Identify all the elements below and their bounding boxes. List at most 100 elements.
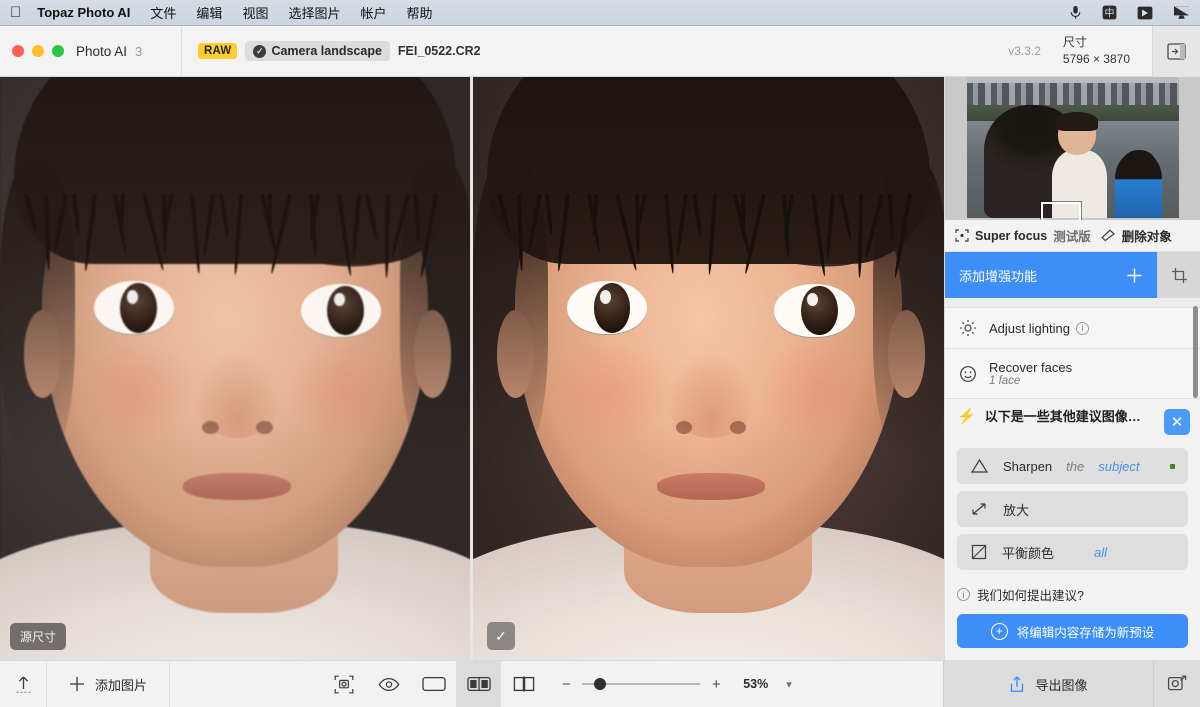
eye-preview-icon[interactable] bbox=[366, 661, 411, 707]
hair-strand bbox=[864, 193, 884, 259]
tool-super-focus-label: Super focus bbox=[975, 228, 1048, 243]
save-as-preset-button[interactable]: + 将编辑内容存储为新预设 bbox=[957, 614, 1188, 648]
menu-item-edit[interactable]: 编辑 bbox=[196, 3, 222, 22]
recover-faces-label: Recover faces bbox=[989, 360, 1073, 375]
hair-strand bbox=[741, 193, 746, 239]
screen-share-icon[interactable] bbox=[1137, 6, 1153, 20]
minimize-window-button[interactable] bbox=[32, 45, 44, 57]
tool-remove-object-label: 删除对象 bbox=[1121, 230, 1172, 244]
plus-icon bbox=[1126, 267, 1143, 284]
add-images-label: 添加图片 bbox=[95, 677, 148, 693]
menu-item-view[interactable]: 视图 bbox=[242, 3, 268, 22]
zoom-out-button[interactable]: − bbox=[560, 676, 572, 693]
hair-strand bbox=[384, 193, 390, 278]
before-portrait-image bbox=[0, 77, 470, 660]
suggestion-balance-color-target[interactable]: all bbox=[1094, 545, 1107, 560]
suggestion-sharpen[interactable]: Sharpen the subject bbox=[957, 448, 1188, 484]
menu-item-help[interactable]: 帮助 bbox=[406, 3, 432, 22]
suggestion-balance-color[interactable]: 平衡颜色 all bbox=[957, 534, 1188, 570]
app-version-label: v3.3.2 bbox=[1008, 44, 1041, 58]
after-image-pane[interactable]: ✓ bbox=[473, 77, 944, 660]
hair-strand bbox=[556, 193, 570, 272]
add-images-button[interactable]: 添加图片 bbox=[47, 661, 171, 707]
suggestion-sharpen-target[interactable]: subject bbox=[1098, 459, 1139, 474]
zoom-in-button[interactable]: + bbox=[710, 676, 722, 693]
sidebar-scrollbar[interactable] bbox=[1193, 306, 1198, 398]
app-title: Photo AI bbox=[76, 43, 128, 59]
hair-strand bbox=[419, 193, 439, 278]
tool-super-focus[interactable]: Super focus 测试版 bbox=[955, 226, 1091, 245]
microphone-icon[interactable] bbox=[1069, 5, 1082, 20]
bottom-toolbar: 添加图片 − + 53% ▾ 导出图像 bbox=[0, 660, 1200, 707]
window-controls bbox=[0, 45, 76, 57]
info-icon: i bbox=[957, 588, 970, 601]
titlebar-app-label: Photo AI 3 bbox=[76, 44, 181, 59]
apple-icon[interactable]:  bbox=[10, 5, 21, 20]
hair-strand bbox=[336, 193, 353, 277]
chevron-down-icon[interactable]: ▾ bbox=[786, 678, 792, 691]
info-icon[interactable]: i bbox=[1075, 321, 1089, 335]
image-compare-canvas[interactable]: 源尺寸 ✓ bbox=[0, 77, 944, 660]
close-icon[interactable]: ✕ bbox=[1164, 409, 1190, 435]
tool-remove-object[interactable]: 删除对象 bbox=[1101, 226, 1172, 245]
hair-strand bbox=[365, 193, 379, 240]
hair-strand bbox=[893, 193, 913, 278]
menu-item-file[interactable]: 文件 bbox=[150, 3, 176, 22]
hair-strand bbox=[413, 193, 421, 242]
hair-strand bbox=[267, 193, 272, 239]
tool-super-focus-sub: 测试版 bbox=[1053, 230, 1091, 244]
single-view-icon[interactable] bbox=[411, 661, 456, 707]
adjust-lighting-label: Adjust lighting bbox=[989, 320, 1070, 336]
suggestion-sharpen-mid: the bbox=[1066, 458, 1085, 474]
menubar-app-name[interactable]: Topaz Photo AI bbox=[37, 5, 130, 20]
right-sidebar: Super focus 测试版 删除对象 添加增强功能 Adjust light… bbox=[944, 77, 1200, 660]
zoom-slider[interactable] bbox=[582, 678, 701, 690]
maximize-window-button[interactable] bbox=[52, 45, 64, 57]
preset-chip[interactable]: ✓ Camera landscape bbox=[245, 41, 390, 61]
hair-strand bbox=[838, 193, 853, 240]
app-major-version: 3 bbox=[135, 43, 143, 59]
hair-strand bbox=[707, 193, 717, 275]
hair-strands bbox=[496, 193, 921, 299]
display-icon[interactable] bbox=[1173, 5, 1190, 20]
close-window-button[interactable] bbox=[12, 45, 24, 57]
before-image-pane[interactable]: 源尺寸 bbox=[0, 77, 470, 660]
panel-toggle-icon[interactable] bbox=[1152, 25, 1200, 77]
hair-strands bbox=[23, 193, 447, 299]
split-view-icon[interactable] bbox=[456, 660, 502, 707]
menu-item-account[interactable]: 帐户 bbox=[360, 3, 386, 22]
input-method-chinese-icon[interactable]: 中 bbox=[1102, 5, 1117, 20]
check-icon: ✓ bbox=[253, 44, 267, 58]
crop-tool-button[interactable] bbox=[1157, 252, 1200, 298]
hair-strand bbox=[218, 193, 230, 238]
preset-chip-label: Camera landscape bbox=[271, 44, 382, 58]
upload-icon[interactable] bbox=[0, 661, 47, 707]
add-enhancement-button[interactable]: 添加增强功能 bbox=[945, 252, 1157, 298]
how-suggestions-row[interactable]: i 我们如何提出建议? bbox=[945, 577, 1200, 608]
enhancement-recover-faces[interactable]: Recover faces 1 face bbox=[945, 349, 1200, 399]
scrolled-row-peek bbox=[945, 298, 1200, 308]
suggestion-upscale[interactable]: 放大 bbox=[957, 491, 1188, 527]
hair-strand bbox=[517, 193, 524, 271]
export-image-button[interactable]: 导出图像 bbox=[943, 661, 1153, 707]
enhancement-adjust-lighting[interactable]: Adjust lighting i bbox=[945, 308, 1200, 349]
focus-check-icon[interactable] bbox=[321, 661, 366, 707]
navigator-preview[interactable] bbox=[945, 77, 1200, 220]
zoom-value-label: 53% bbox=[743, 677, 769, 691]
hair-strand bbox=[351, 193, 362, 259]
hair-strand bbox=[72, 193, 81, 235]
side-by-side-icon[interactable] bbox=[501, 661, 546, 707]
hair-strand bbox=[675, 193, 689, 256]
navigator-selection-rect[interactable] bbox=[1041, 202, 1081, 220]
plus-icon bbox=[69, 676, 85, 692]
menu-item-select-image[interactable]: 选择图片 bbox=[288, 3, 340, 22]
suggestions-header: ⚡ 以下是一些其他建议图像… ✕ bbox=[945, 399, 1200, 441]
window-titlebar: Photo AI 3 RAW ✓ Camera landscape FEI_05… bbox=[0, 25, 1200, 77]
zoom-slider-knob[interactable] bbox=[594, 678, 607, 690]
image-settings-icon[interactable] bbox=[1153, 661, 1200, 707]
titlebar-right-group: v3.3.2 尺寸 5796 × 3870 bbox=[1008, 25, 1200, 77]
sidebar-scroll-area[interactable]: Adjust lighting i Recover faces 1 face ⚡… bbox=[945, 298, 1200, 660]
hair-strand bbox=[526, 193, 542, 252]
original-size-badge: 源尺寸 bbox=[10, 623, 67, 650]
svg-text:中: 中 bbox=[1105, 6, 1115, 19]
